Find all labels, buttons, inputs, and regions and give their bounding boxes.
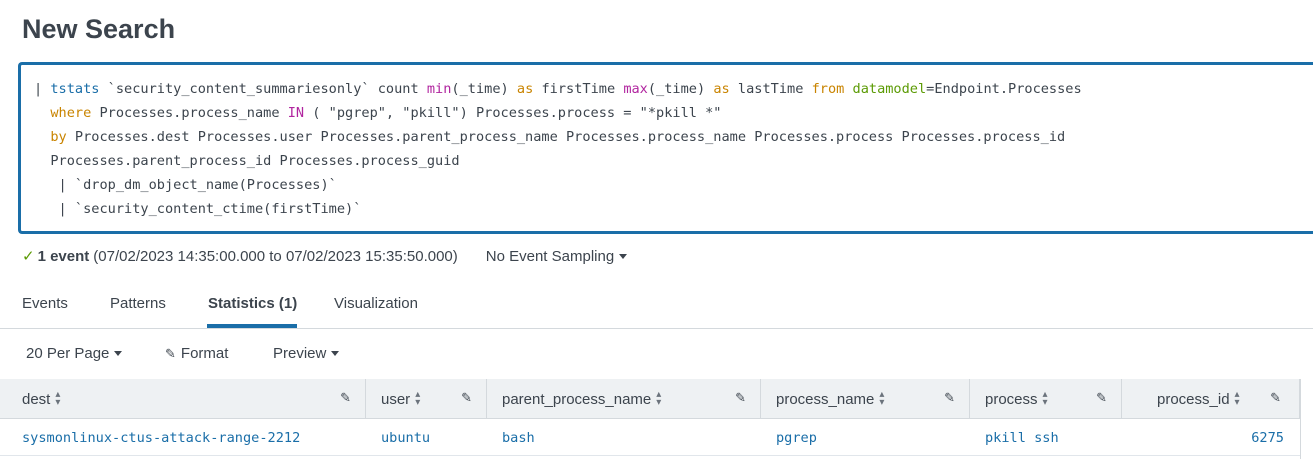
tabs-divider (0, 328, 1313, 329)
column-header-process-id[interactable]: process_id ▴ ▾ ✎ (1122, 379, 1300, 419)
chevron-down-icon (331, 351, 340, 356)
job-status: ✓ 1 event (07/02/2023 14:35:00.000 to 07… (22, 247, 628, 265)
table-scroll-edge (1300, 379, 1313, 459)
event-sampling-dropdown[interactable]: No Event Sampling (486, 248, 628, 265)
chevron-down-icon (114, 351, 123, 356)
pencil-icon[interactable]: ✎ (461, 390, 472, 406)
cell-process-name[interactable]: pgrep (776, 420, 817, 456)
search-query[interactable]: | tstats `security_content_summariesonly… (34, 77, 1082, 221)
sort-icon: ▴ ▾ (1234, 389, 1240, 408)
search-input[interactable]: | tstats `security_content_summariesonly… (18, 62, 1313, 234)
column-header-parent-process-name[interactable]: parent_process_name ▴ ▾ ✎ (487, 379, 761, 419)
cell-process[interactable]: pkill ssh (985, 420, 1059, 456)
chevron-down-icon (619, 253, 628, 259)
format-button[interactable]: ✎ Format (165, 345, 228, 362)
page-title: New Search (22, 14, 176, 44)
event-count[interactable]: 1 event (38, 248, 90, 265)
pencil-icon[interactable]: ✎ (1096, 390, 1107, 406)
pencil-icon[interactable]: ✎ (340, 390, 351, 406)
time-range: (07/02/2023 14:35:00.000 to 07/02/2023 1… (93, 247, 458, 265)
sort-icon: ▴ ▾ (415, 389, 421, 408)
column-header-process[interactable]: process ▴ ▾ ✎ (970, 379, 1122, 419)
sort-icon: ▴ ▾ (1042, 389, 1048, 408)
cell-process-id[interactable]: 6275 (1122, 420, 1284, 456)
table-header: dest ▴ ▾ ✎ user ▴ ▾ ✎ parent_process_name ▴ ▾ … (0, 379, 1300, 419)
pencil-icon[interactable]: ✎ (735, 390, 746, 406)
tab-patterns[interactable]: Patterns (110, 295, 166, 312)
cell-user[interactable]: ubuntu (381, 420, 430, 456)
pencil-icon: ✎ (165, 345, 176, 361)
sort-icon: ▴ ▾ (656, 389, 662, 408)
cell-dest[interactable]: sysmonlinux-ctus-attack-range-2212 (22, 420, 300, 456)
pencil-icon[interactable]: ✎ (1270, 390, 1281, 406)
tab-visualization[interactable]: Visualization (334, 295, 418, 312)
sort-icon: ▴ ▾ (879, 389, 885, 408)
table-row: sysmonlinux-ctus-attack-range-2212 ubunt… (0, 420, 1300, 456)
column-header-user[interactable]: user ▴ ▾ ✎ (366, 379, 487, 419)
preview-dropdown[interactable]: Preview (273, 345, 340, 362)
sort-icon: ▴ ▾ (55, 389, 61, 408)
pencil-icon[interactable]: ✎ (944, 390, 955, 406)
cell-parent-process-name[interactable]: bash (502, 420, 535, 456)
column-header-process-name[interactable]: process_name ▴ ▾ ✎ (761, 379, 970, 419)
checkmark-icon: ✓ (22, 248, 35, 265)
tab-statistics[interactable]: Statistics (1) (208, 295, 297, 312)
column-header-dest[interactable]: dest ▴ ▾ ✎ (0, 379, 366, 419)
per-page-dropdown[interactable]: 20 Per Page (26, 345, 123, 362)
tab-events[interactable]: Events (22, 295, 68, 312)
